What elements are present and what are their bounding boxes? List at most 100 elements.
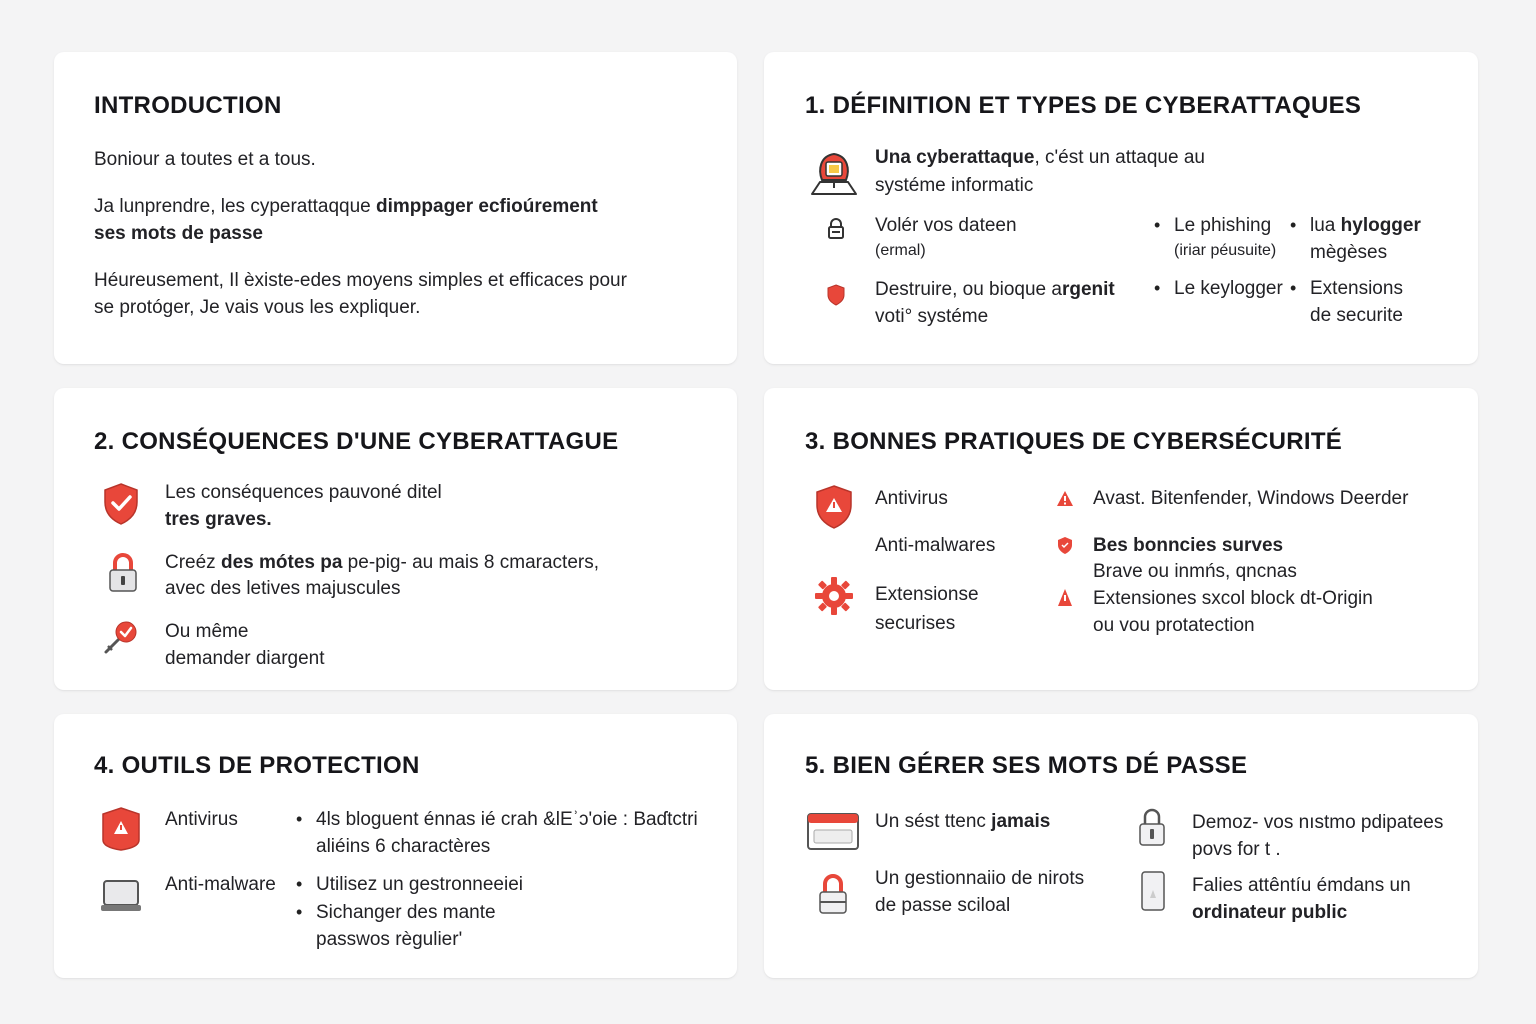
type-item: Le keylogger (1174, 278, 1283, 299)
card-title: 5. BIEN GÉRER SES MOTS DÉ PASSE (805, 752, 1248, 779)
password-tip: Falies attêntíu émdans un (1192, 875, 1411, 896)
practice-item: Extensionse (875, 584, 979, 605)
password-tip: Demoz- vos nıstmo pdipatees (1192, 812, 1444, 833)
tool-item: Anti-malware (165, 874, 276, 895)
definition-text: Una cyberattaque, c'ést un attaque au (875, 144, 1205, 171)
lock-icon (819, 874, 847, 914)
item-text: tres graves. (165, 506, 272, 533)
text-bold-part: Bes bonncies surves (1093, 535, 1284, 556)
padlock-icon (109, 553, 137, 592)
practice-item: securises (875, 613, 956, 634)
text-bold-part: Una cyberattaque (875, 147, 1035, 168)
bullet: • (296, 809, 303, 829)
password-tip: ordinateur public (1192, 899, 1347, 926)
text-bold-part: des mótes pa (220, 552, 343, 573)
text-part: Un sést ttenc (875, 811, 992, 832)
tool-detail: Sichanger des mante (316, 902, 496, 923)
tool-item: Antivirus (165, 809, 238, 830)
practice-item: Anti-malwares (875, 535, 996, 556)
card-title: 4. OUTILS DE PROTECTION (94, 752, 420, 779)
warning-shield-icon (816, 485, 852, 529)
card-title: INTRODUCTION (94, 92, 282, 119)
laptop-icon (101, 880, 141, 911)
bullet: • (1290, 278, 1297, 298)
paragraph-line: Ja lunprendre, les cyperattaqque dimppag… (94, 193, 598, 220)
email-icon (811, 152, 857, 195)
card-title: 3. BONNES PRATIQUES DE CYBERSÉCURITÉ (805, 428, 1343, 455)
item-text: Ou même (165, 621, 249, 642)
practice-detail: Extensiones sxcol block dt-Origin (1093, 588, 1373, 609)
bullet: • (296, 902, 303, 922)
shield-check-icon (104, 483, 138, 525)
tool-detail: 4ls bloguent énnas ié crah &lEʾɔ'oie : B… (316, 809, 698, 830)
type-subtext: (iriar péusuite) (1174, 242, 1277, 259)
password-tip: Un sést ttenc jamais (875, 808, 1050, 835)
type-subtext: de securite (1310, 305, 1403, 326)
item-text: Les conséquences pauvoné ditel (165, 482, 442, 503)
shield-small-icon (1058, 537, 1072, 554)
item-text: voti° systéme (875, 306, 989, 327)
password-tip: povs for t . (1192, 839, 1281, 860)
item-text: Volér vos dateen (875, 215, 1017, 236)
text-part: lua (1310, 215, 1341, 236)
text-bold-part: dimppager ecfioúrement (376, 196, 598, 217)
passwords-card: 5. BIEN GÉRER SES MOTS DÉ PASSE Un sést … (764, 714, 1478, 978)
antivirus-shield-icon (102, 807, 140, 851)
practice-item: Antivirus (875, 488, 948, 509)
shield-icon (827, 284, 845, 306)
text-bold-part: jamais (991, 811, 1051, 832)
greeting-text: Boniour a toutes et a tous. (94, 149, 316, 170)
bullet: • (1154, 215, 1161, 235)
paragraph-line: ses mots de passe (94, 220, 263, 247)
practice-detail: Bes bonncies surves (1093, 532, 1283, 559)
bullet: • (1290, 215, 1297, 235)
text-bold-part: ordinateur public (1192, 902, 1348, 923)
definition-card: 1. DÉFINITION ET TYPES DE CYBERATTAQUES … (764, 52, 1478, 364)
type-item: lua hylogger (1310, 212, 1421, 239)
tool-detail: Utilisez un gestronneeiei (316, 874, 524, 895)
password-tip: de passe sciloal (875, 895, 1011, 916)
text-bold-part: hylogger (1340, 215, 1421, 236)
warning-icon (1057, 491, 1073, 506)
card-title: 2. CONSÉQUENCES D'UNE CYBERATTAGUE (94, 428, 619, 455)
item-text: demander diargent (165, 648, 325, 669)
paragraph-line: se protóger, Je vais vous les expliquer. (94, 297, 421, 318)
bullet: • (296, 874, 303, 894)
text-bold-part: ses mots de passe (94, 223, 263, 244)
type-item: Extensions (1310, 278, 1403, 299)
item-text: Destruire, ou bioque argenit (875, 276, 1115, 303)
text-bold-part: rgenit (1061, 279, 1115, 300)
best-practices-card: 3. BONNES PRATIQUES DE CYBERSÉCURITÉ Ant… (764, 388, 1478, 690)
card-title: 1. DÉFINITION ET TYPES DE CYBERATTAQUES (805, 92, 1362, 119)
alert-icon (1058, 589, 1072, 606)
key-icon (104, 621, 137, 654)
practice-detail: Brave ou inmńs, qncnas (1093, 561, 1297, 582)
password-tip: Un gestionnaiio de nirots (875, 868, 1085, 889)
text-part: , c'ést un attaque au (1034, 147, 1205, 168)
padlock-icon (1139, 808, 1165, 846)
tool-detail: aliéins 6 charactères (316, 836, 491, 857)
introduction-card: INTRODUCTION Boniour a toutes et a tous.… (54, 52, 737, 364)
type-item: Le phishing (1174, 215, 1272, 236)
type-subtext: mègèses (1310, 242, 1388, 263)
item-text: Creéz des mótes pa pe-pig- au mais 8 cma… (165, 549, 599, 576)
consequences-card: 2. CONSÉQUENCES D'UNE CYBERATTAGUE Les c… (54, 388, 737, 690)
text-part: pe-pig- au mais 8 cmaracters, (342, 552, 599, 573)
tool-detail: passwos règulier' (316, 929, 463, 950)
tools-card: 4. OUTILS DE PROTECTION Antivirus Anti-m… (54, 714, 737, 978)
item-subtext: (ermal) (875, 242, 926, 259)
practice-detail: Avast. Bitenfender, Windows Deerder (1093, 488, 1409, 509)
browser-window-icon (807, 813, 859, 850)
gear-icon (815, 577, 853, 615)
item-text: avec des letives majuscules (165, 578, 401, 599)
phone-icon (1141, 871, 1165, 911)
practice-detail: ou vou protatection (1093, 615, 1255, 636)
text-part: Ja lunprendre, les cyperattaqque (94, 196, 377, 217)
text-bold-part: tres graves. (165, 509, 272, 530)
definition-text: systéme informatic (875, 175, 1034, 196)
lock-icon (828, 218, 844, 239)
text-part: Creéz (165, 552, 221, 573)
paragraph-line: Héureusement, Il èxiste-edes moyens simp… (94, 270, 627, 291)
bullet: • (1154, 278, 1161, 298)
text-part: Destruire, ou bioque a (875, 279, 1062, 300)
